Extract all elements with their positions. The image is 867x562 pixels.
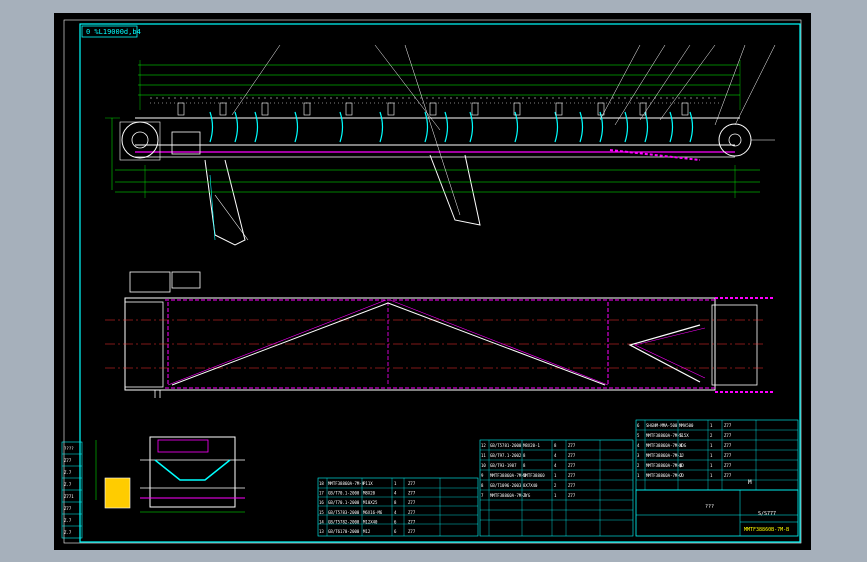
bom-cell-mat: Z77 (568, 443, 576, 448)
bom-cell-name: MMA500 (679, 423, 694, 428)
svg-text:Z77: Z77 (64, 458, 72, 463)
bom-cell-name: S15X (679, 433, 689, 438)
bom-cell-name: CD (679, 473, 684, 478)
bom-cell-no: 15 (319, 510, 324, 515)
bom-cell-name: QD (679, 463, 684, 468)
bom-cell-code: GB/T97.1-2002 (490, 453, 522, 458)
bom-cell-name: P11X (363, 481, 373, 486)
svg-text:Z771: Z771 (64, 494, 74, 499)
bom-cell-name: ZYG (523, 493, 531, 498)
bom-cell-mat: Z77 (408, 491, 416, 496)
bom-cell-code: GB/T5783-2000 (328, 510, 360, 515)
bom-cell-no: 18 (319, 481, 324, 486)
bom-cell-code: GB/T5782-2000 (328, 519, 360, 524)
bom-cell-code: MMTF38860A-7M-2 (490, 473, 527, 478)
drawing-number: MMTF38860B-7M-B (744, 527, 789, 533)
bom-cell-name: XDG (679, 443, 687, 448)
bom-cell-mat: Z77 (724, 443, 732, 448)
svg-text:Z.7: Z.7 (64, 482, 72, 487)
stamp-text: 0 %L19000d,b4 (86, 28, 141, 36)
bom-cell-mat: Z77 (408, 529, 416, 534)
cad-viewport[interactable]: 0 %L19000d,b4 ???? Z77 Z.7 Z.7 Z771 Z77 … (0, 0, 867, 562)
bom-cell-no: 12 (481, 443, 486, 448)
bom-cell-mat: Z77 (408, 481, 416, 486)
bom-cell-no: 16 (319, 500, 324, 505)
bom-cell-name: M12 (363, 529, 371, 534)
bom-cell-mat: Z77 (724, 453, 732, 458)
bom-cell-code: GB/T70.1-2000 (328, 491, 360, 496)
bom-cell-name: MMTF38860 (523, 473, 545, 478)
bom-cell-name: M10X25 (363, 500, 378, 505)
bom-cell-no: 13 (319, 529, 324, 534)
svg-text:Z77: Z77 (64, 506, 72, 511)
bom-cell-code: MMTF38860A-7M-5 (646, 433, 683, 438)
bom-cell-mat: Z77 (568, 483, 576, 488)
bom-cell-code: MMTF38860A-7M-6 (646, 463, 683, 468)
bom-cell-no: 17 (319, 491, 324, 496)
bom-cell-code: MMTF38860A-7M-1 (646, 453, 683, 458)
svg-text:Z.7: Z.7 (64, 518, 72, 523)
material-hint: M (748, 479, 752, 486)
drawing-canvas: 0 %L19000d,b4 ???? Z77 Z.7 Z.7 Z771 Z77 … (54, 13, 811, 550)
bom-cell-name: JJ (679, 453, 684, 458)
company-name: ??? (705, 504, 714, 510)
bom-cell-code: SHGNM-MMA-500 (646, 423, 678, 428)
bom-cell-mat: Z77 (408, 500, 416, 505)
bom-cell-code: MMTF38860A-7M-7 (646, 473, 683, 478)
bom-cell-code: MMTF38860A-7M-X (328, 481, 365, 486)
bom-cell-mat: Z77 (568, 463, 576, 468)
bom-cell-mat: Z77 (568, 473, 576, 478)
bom-cell-mat: Z77 (568, 453, 576, 458)
bom-cell-name: M8X20 (363, 491, 376, 496)
bom-cell-mat: Z77 (408, 519, 416, 524)
bom-cell-code: GB/T1096-2003 (490, 483, 522, 488)
bom-cell-no: 14 (319, 519, 324, 524)
bom-cell-mat: Z77 (408, 510, 416, 515)
bom-cell-no: 10 (481, 463, 486, 468)
svg-text:Z.7: Z.7 (64, 470, 72, 475)
bom-cell-code: GB/T5781-2000 (490, 443, 522, 448)
bom-cell-code: MMTF38860A-7M-3 (490, 493, 527, 498)
svg-text:Z.7: Z.7 (64, 530, 72, 535)
bom-cell-mat: Z77 (724, 423, 732, 428)
bom-cell-name: M6X16-M6 (363, 510, 383, 515)
bom-cell-code: GB/T70.1-2000 (328, 500, 360, 505)
bom-cell-code: MMTF38860A-7M-4 (646, 443, 683, 448)
bom-cell-mat: Z77 (568, 493, 576, 498)
bom-cell-no: 11 (481, 453, 486, 458)
bom-cell-mat: Z77 (724, 473, 732, 478)
bom-cell-code: GB/T6170-2000 (328, 529, 360, 534)
bom-cell-name: M8X20-1 (523, 443, 540, 448)
bom-cell-name: 8X7X40 (523, 483, 538, 488)
bom-cell-mat: Z77 (724, 463, 732, 468)
bom-cell-name: M12X40 (363, 519, 378, 524)
svg-text:????: ???? (64, 446, 74, 451)
scale-label: S/S777 (758, 511, 776, 517)
bom-cell-code: GB/T93-1987 (490, 463, 517, 468)
bom-cell-mat: Z77 (724, 433, 732, 438)
